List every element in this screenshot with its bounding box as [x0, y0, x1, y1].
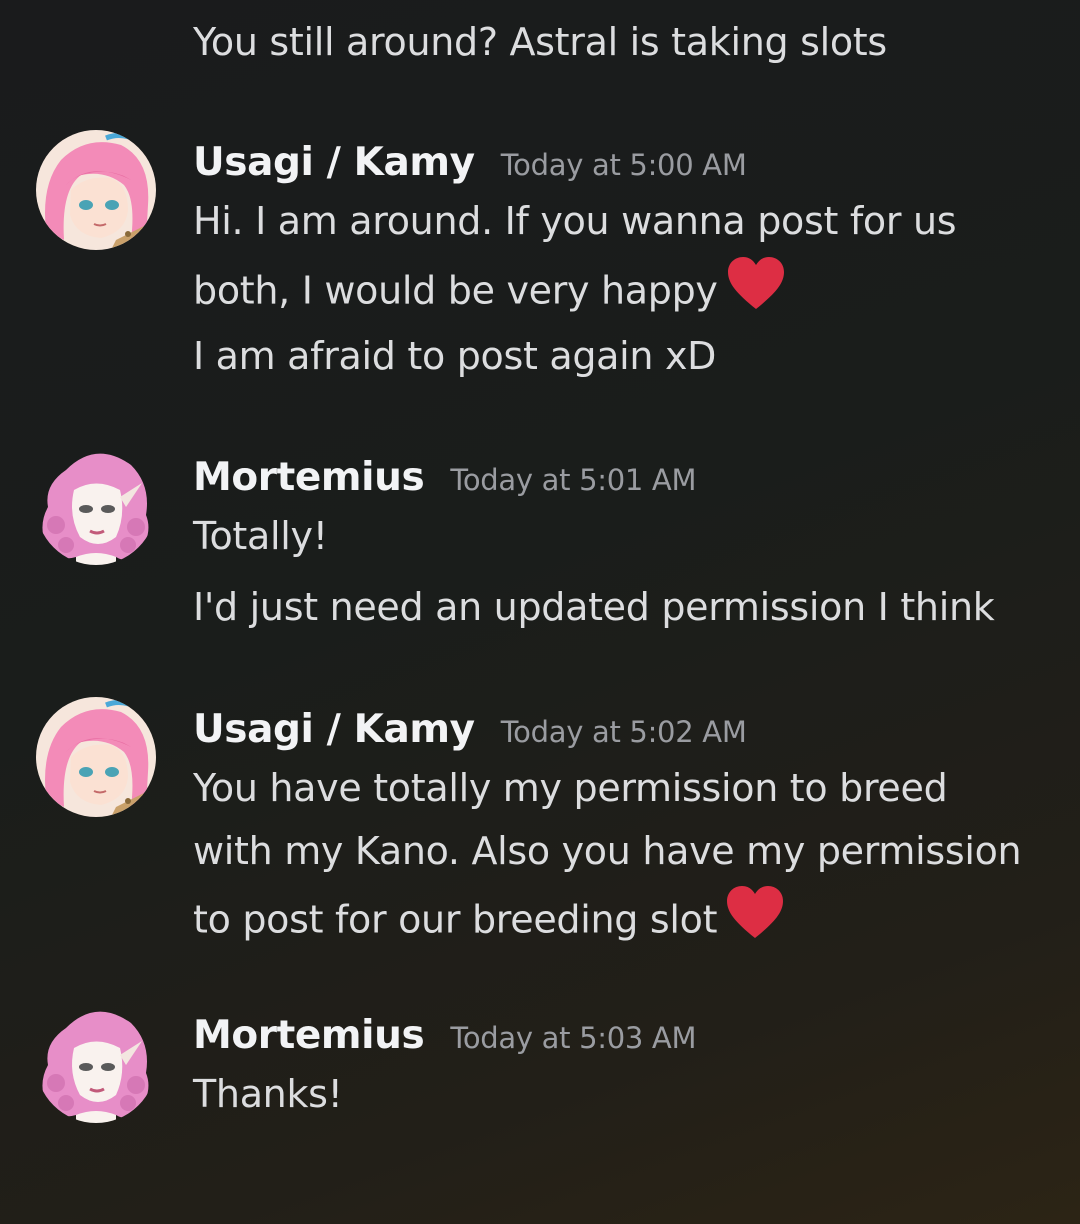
avatar[interactable]	[36, 1003, 156, 1123]
avatar[interactable]	[36, 697, 156, 817]
message-text: You still around? Astral is taking slots	[193, 20, 887, 64]
message-text: both, I would be very happy	[193, 257, 786, 327]
timestamp: Today at 5:02 AM	[500, 715, 747, 749]
pink-curly-hair-elf-avatar-icon	[42, 453, 149, 565]
pink-haired-girl-avatar-icon	[36, 130, 156, 250]
avatar[interactable]	[36, 445, 156, 565]
avatar[interactable]	[36, 130, 156, 250]
message-text-segment: both, I would be very happy	[193, 268, 718, 313]
username[interactable]: Mortemius	[193, 1013, 425, 1058]
message-text: I'd just need an updated permission I th…	[193, 585, 995, 629]
timestamp: Today at 5:00 AM	[500, 148, 747, 182]
message-text: Totally!	[193, 514, 328, 558]
message-text: You have totally my permission to breed	[193, 766, 948, 810]
heart-emoji-icon	[726, 255, 786, 323]
pink-haired-girl-avatar-icon	[36, 697, 156, 817]
username[interactable]: Usagi / Kamy	[193, 140, 475, 185]
pink-curly-hair-elf-avatar-icon	[42, 1011, 149, 1123]
message-text: Hi. I am around. If you wanna post for u…	[193, 199, 957, 243]
message-text-segment: to post for our breeding slot	[193, 897, 718, 942]
message-text: with my Kano. Also you have my permissio…	[193, 829, 1022, 873]
timestamp: Today at 5:03 AM	[450, 1021, 697, 1055]
timestamp: Today at 5:01 AM	[450, 463, 697, 497]
message-list[interactable]: You still around? Astral is taking slots…	[0, 0, 1080, 1224]
username[interactable]: Mortemius	[193, 455, 425, 500]
message-text: Thanks!	[193, 1072, 343, 1116]
message-text: to post for our breeding slot	[193, 886, 785, 956]
message-text: I am afraid to post again xD	[193, 334, 717, 378]
username[interactable]: Usagi / Kamy	[193, 707, 475, 752]
heart-emoji-icon	[725, 884, 785, 952]
